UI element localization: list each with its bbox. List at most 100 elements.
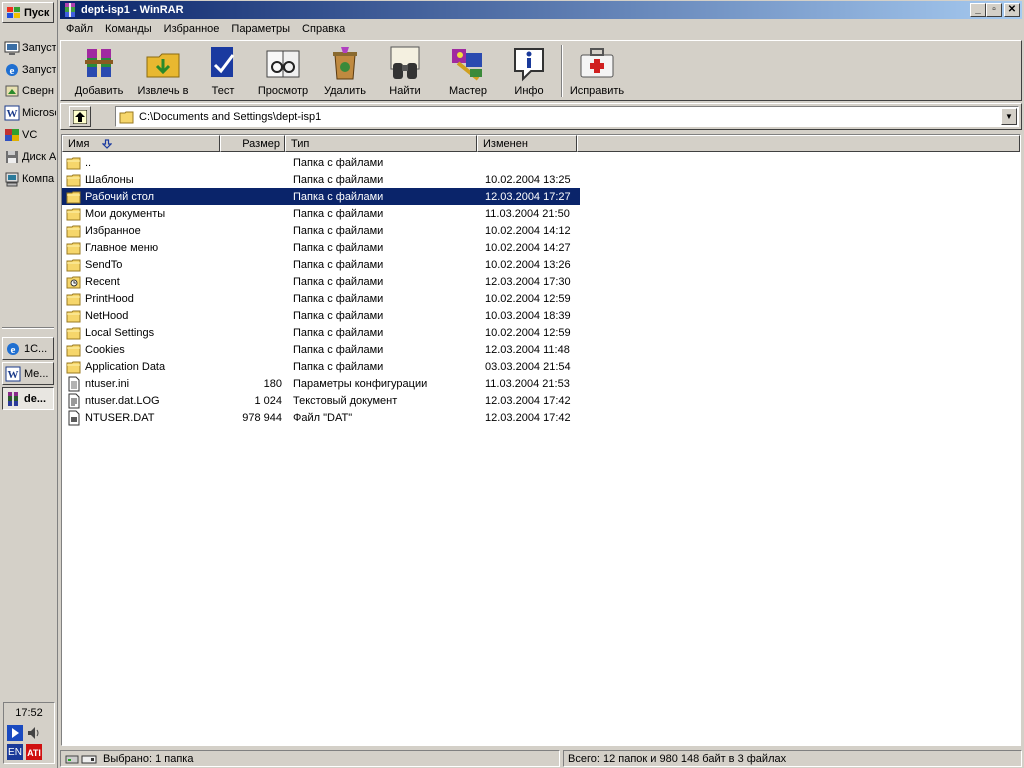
file-row[interactable]: PrintHood Папка с файлами 10.02.2004 12:59	[62, 290, 580, 307]
file-modified: 10.02.2004 12:59	[485, 292, 571, 305]
address-dropdown-button[interactable]: ▼	[1001, 108, 1017, 125]
find-button[interactable]: Найти	[381, 43, 429, 99]
file-modified: 03.03.2004 21:54	[485, 360, 571, 373]
quick-launch-label: Microsof	[22, 107, 56, 119]
file-row[interactable]: ntuser.dat.LOG 1 024 Текстовый документ 12.…	[62, 392, 580, 409]
address-field[interactable]: C:\Documents and Settings\dept-isp1 ▼	[115, 106, 1019, 127]
task-button[interactable]: e 1C...	[2, 337, 54, 360]
quick-launch-item[interactable]: Компа	[4, 169, 56, 189]
file-row[interactable]: .. Папка с файлами	[62, 154, 580, 171]
view-button[interactable]: Просмотр	[255, 43, 311, 99]
repair-button[interactable]: Исправить	[569, 43, 625, 99]
file-name: Шаблоны	[85, 173, 134, 186]
file-row[interactable]: Мои документы Папка с файлами 11.03.2004 2…	[62, 205, 580, 222]
sort-arrow-icon	[102, 139, 112, 149]
info-button[interactable]: Инфо	[509, 43, 549, 99]
file-row[interactable]: NetHood Папка с файлами 10.03.2004 18:39	[62, 307, 580, 324]
file-modified: 10.02.2004 14:27	[485, 241, 571, 254]
quick-launch-item[interactable]: Запуст	[4, 38, 56, 58]
show-desktop-icon	[5, 85, 19, 97]
file-name: Local Settings	[85, 326, 155, 339]
file-name-cell: Cookies	[66, 342, 125, 358]
dat-file-icon	[68, 410, 80, 425]
file-name: NTUSER.DAT	[85, 411, 155, 424]
status-total: Всего: 12 папок и 980 148 байт в 3 файла…	[568, 752, 787, 765]
quick-launch-label: Компа	[22, 173, 55, 185]
test-button[interactable]: Тест	[201, 43, 245, 99]
tool-label: Исправить	[569, 85, 625, 97]
task-button-active[interactable]: de...	[2, 387, 54, 410]
file-row[interactable]: ntuser.ini 180 Параметры конфигурации 11.03…	[62, 375, 580, 392]
wizard-button[interactable]: Мастер	[441, 43, 495, 99]
menu-commands[interactable]: Команды	[99, 20, 158, 37]
column-label: Тип	[291, 137, 310, 150]
file-row[interactable]: Избранное Папка с файлами 10.02.2004 14:12	[62, 222, 580, 239]
svg-text:W: W	[8, 369, 19, 381]
file-size: 180	[263, 377, 282, 390]
menu-favorites[interactable]: Избранное	[158, 20, 226, 37]
extract-button[interactable]: Извлечь в	[135, 43, 191, 99]
quick-launch-item[interactable]: W Microsof	[4, 103, 56, 123]
up-folder-button[interactable]	[69, 106, 91, 127]
file-type: Папка с файлами	[293, 207, 384, 220]
minimize-button[interactable]: _	[970, 3, 986, 17]
file-row[interactable]: NTUSER.DAT 978 944 Файл "DAT" 12.03.2004 17…	[62, 409, 580, 426]
media-player-icon[interactable]	[7, 725, 23, 741]
file-row[interactable]: Главное меню Папка с файлами 10.02.2004 14…	[62, 239, 580, 256]
file-row-selected[interactable]: Рабочий стол Папка с файлами 12.03.2004 17…	[62, 188, 580, 205]
menu-bar: Файл Команды Избранное Параметры Справка	[60, 19, 1022, 38]
task-button[interactable]: W Me...	[2, 362, 54, 385]
column-header-size[interactable]: Размер	[220, 135, 285, 152]
menu-help[interactable]: Справка	[296, 20, 351, 37]
menu-file[interactable]: Файл	[60, 20, 99, 37]
folder-icon	[66, 208, 81, 220]
quick-launch-item[interactable]: Сверн	[4, 81, 56, 101]
menu-options[interactable]: Параметры	[225, 20, 296, 37]
status-total-panel: Всего: 12 папок и 980 148 байт в 3 файла…	[563, 750, 1022, 767]
file-row[interactable]: Application Data Папка с файлами 03.03.200…	[62, 358, 580, 375]
language-indicator[interactable]: EN	[7, 744, 23, 760]
file-row[interactable]: Cookies Папка с файлами 12.03.2004 11:48	[62, 341, 580, 358]
floppy-icon	[6, 151, 18, 163]
column-header-modified[interactable]: Изменен	[477, 135, 577, 152]
clock[interactable]: 17:52	[4, 707, 54, 719]
file-type: Папка с файлами	[293, 309, 384, 322]
tool-label: Найти	[389, 85, 421, 97]
start-button[interactable]: Пуск	[2, 2, 54, 23]
file-type: Папка с файлами	[293, 190, 384, 203]
column-header-type[interactable]: Тип	[285, 135, 477, 152]
title-bar[interactable]: dept-isp1 - WinRAR _ ▫ ✕	[60, 1, 1022, 19]
quick-launch-item[interactable]: e Запуст	[4, 60, 56, 80]
system-tray: 17:52 EN ATI	[3, 702, 55, 764]
quick-launch-label: Запуст	[22, 42, 56, 54]
delete-button[interactable]: Удалить	[319, 43, 371, 99]
file-name: Application Data	[85, 360, 166, 373]
internet-explorer-icon: e	[7, 342, 19, 356]
task-label: 1C...	[24, 342, 48, 355]
add-archive-icon	[85, 49, 113, 77]
folder-icon	[66, 242, 81, 254]
column-header-filler	[577, 135, 1020, 152]
file-name-cell: NTUSER.DAT	[66, 410, 154, 426]
quick-launch-item[interactable]: Диск А	[4, 147, 56, 167]
file-row[interactable]: Local Settings Папка с файлами 10.02.2004 …	[62, 324, 580, 341]
file-modified: 11.03.2004 21:50	[485, 207, 570, 220]
view-icon	[266, 50, 300, 78]
file-row[interactable]: SendTo Папка с файлами 10.02.2004 13:26	[62, 256, 580, 273]
winrar-icon	[65, 3, 75, 17]
column-header-name[interactable]: Имя	[62, 135, 220, 152]
file-row[interactable]: Recent Папка с файлами 12.03.2004 17:30	[62, 273, 580, 290]
ati-icon[interactable]: ATI	[26, 744, 42, 760]
close-button[interactable]: ✕	[1004, 3, 1020, 17]
maximize-button[interactable]: ▫	[986, 3, 1002, 17]
file-size: 978 944	[242, 411, 282, 424]
file-modified: 10.02.2004 12:59	[485, 326, 571, 339]
add-button[interactable]: Добавить	[73, 43, 125, 99]
tool-label: Инфо	[514, 85, 544, 97]
file-row[interactable]: Шаблоны Папка с файлами 10.02.2004 13:25	[62, 171, 580, 188]
folder-icon	[66, 344, 81, 356]
file-name-cell: ntuser.ini	[66, 376, 129, 392]
quick-launch-item[interactable]: VC	[4, 125, 56, 145]
volume-icon[interactable]	[26, 725, 42, 741]
file-modified: 12.03.2004 17:42	[485, 394, 571, 407]
